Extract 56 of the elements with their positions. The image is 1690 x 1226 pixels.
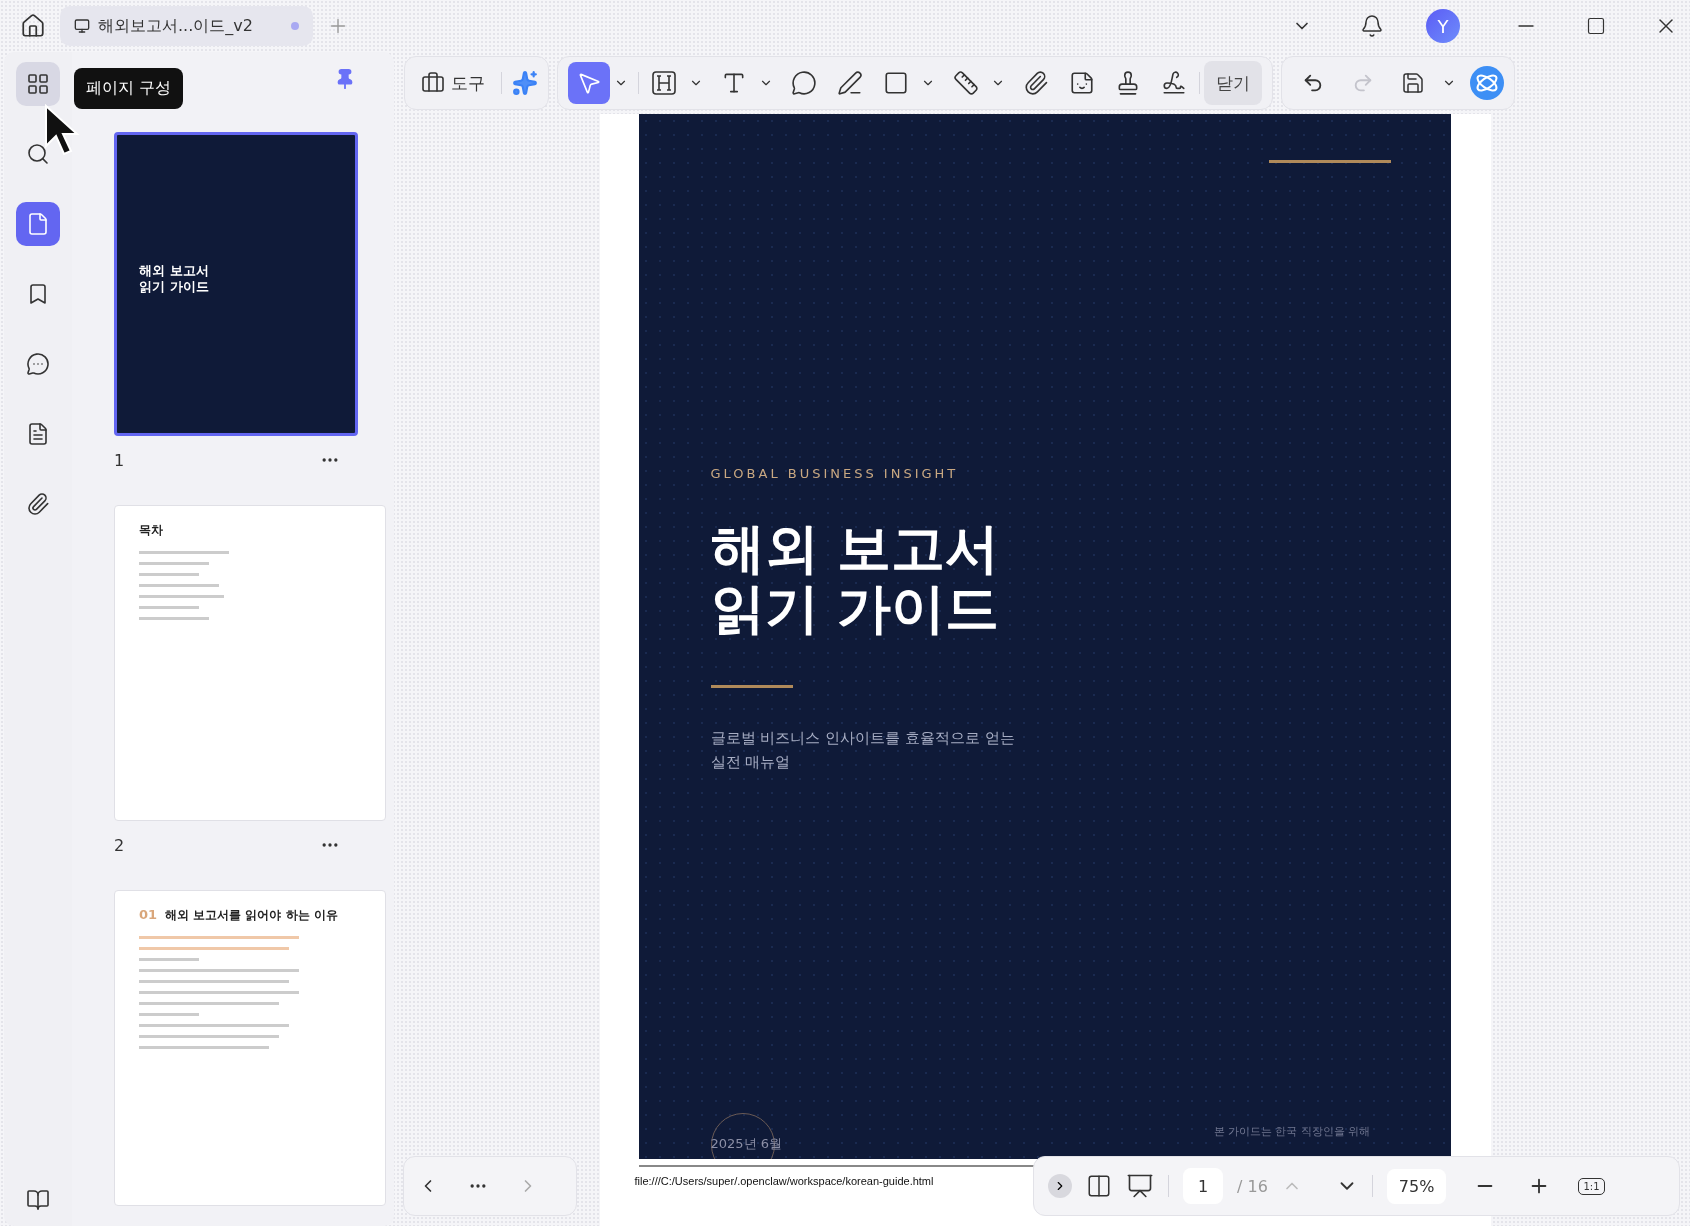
notification-icon[interactable] <box>1360 14 1384 38</box>
cover-date: 2025년 6월 <box>710 1135 782 1153</box>
grid-icon <box>26 72 50 96</box>
monitor-icon <box>74 18 90 34</box>
comment-icon <box>26 352 50 376</box>
rectangle-icon <box>883 70 909 96</box>
cover-title: 해외 보고서 읽기 가이드 <box>710 519 1000 639</box>
tab-title: 해외보고서...이드_v2 <box>98 15 253 37</box>
page-thumbnail[interactable]: 01 해외 보고서를 읽어야 하는 이유 <box>114 890 386 1206</box>
search-icon <box>26 142 50 166</box>
cover-eyebrow: GLOBAL BUSINESS INSIGHT <box>710 466 959 481</box>
thumbnail-title: 해외 보고서 읽기 가이드 <box>139 263 210 295</box>
toolbox-icon <box>421 71 445 95</box>
maximize-icon[interactable] <box>1586 16 1606 36</box>
actual-size-button[interactable]: 1:1 <box>1578 1177 1605 1195</box>
document-tab[interactable]: 해외보고서...이드_v2 <box>60 6 313 46</box>
pointer-tool[interactable] <box>568 62 610 104</box>
signature-icon <box>1161 70 1187 96</box>
paperclip-icon <box>26 492 50 516</box>
book-icon[interactable] <box>26 1188 50 1212</box>
page-input[interactable]: 1 <box>1183 1168 1223 1204</box>
undo-icon <box>1302 72 1324 94</box>
cursor-icon <box>44 104 80 156</box>
thumbnail-heading: 목차 <box>139 522 164 539</box>
page-url: file:///C:/Users/super/.openclaw/workspace/korean-guide.html <box>634 1175 934 1187</box>
heading-icon <box>651 70 677 96</box>
save-icon <box>1401 71 1425 95</box>
tooltip: 페이지 구성 <box>74 68 184 109</box>
assistant-logo-icon[interactable] <box>1470 66 1504 100</box>
collapse-button[interactable] <box>1048 1174 1072 1198</box>
zoom-level[interactable]: 75% <box>1386 1168 1447 1204</box>
close-button[interactable]: 닫기 <box>1204 61 1262 105</box>
sparkle-icon[interactable] <box>512 70 538 96</box>
page-button[interactable] <box>16 202 60 246</box>
page-icon <box>26 212 50 236</box>
redo-icon <box>1352 72 1374 94</box>
ruler-icon <box>953 70 979 96</box>
reading-mode-icon[interactable] <box>1086 1173 1112 1199</box>
pencil-icon <box>837 70 863 96</box>
grid-button[interactable] <box>16 62 60 106</box>
comment-icon <box>791 70 817 96</box>
presentation-icon[interactable] <box>1126 1172 1154 1200</box>
thumbnail-heading: 01 해외 보고서를 읽어야 하는 이유 <box>139 907 339 924</box>
sticker-icon <box>1069 70 1095 96</box>
page-total: / 16 <box>1237 1176 1268 1196</box>
document-icon <box>26 422 50 446</box>
page-number: 1 <box>114 450 125 470</box>
tools-button[interactable]: 도구 <box>415 62 491 104</box>
page-thumbnail[interactable]: 해외 보고서 읽기 가이드 <box>114 132 358 436</box>
cover-note: 본 가이드는 한국 직장인을 위해 <box>1213 1124 1371 1139</box>
page-number: 2 <box>114 835 125 855</box>
cover-subtitle: 글로벌 비즈니스 인사이트를 효율적으로 얻는 실전 매뉴얼 <box>710 728 1015 773</box>
user-avatar[interactable]: Y <box>1426 9 1460 43</box>
home-icon[interactable] <box>20 13 46 39</box>
page-thumbnail[interactable]: 목차 <box>114 505 386 821</box>
paperclip-icon <box>1023 70 1049 96</box>
